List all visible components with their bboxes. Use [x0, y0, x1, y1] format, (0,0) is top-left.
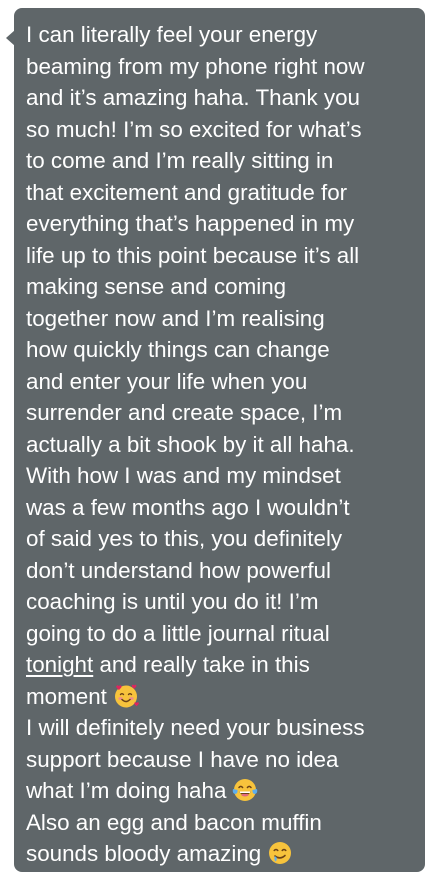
message-line: and enter your life when you	[26, 368, 308, 394]
message-line: moment	[26, 681, 417, 713]
message-line: actually a bit shook by it all haha.	[26, 431, 355, 457]
drooling-face-icon	[269, 842, 292, 864]
message-line: life up to this point because it’s all	[26, 242, 360, 268]
message-bubble[interactable]: I can literally feel your energy beaming…	[6, 8, 425, 872]
message-text: and really take in this	[93, 652, 310, 677]
message-line: and it’s amazing haha. Thank you	[26, 85, 361, 110]
message-line: I can literally feel your energy	[26, 22, 318, 47]
message-text: what I’m doing haha	[26, 778, 227, 803]
bubble-tail	[6, 30, 15, 46]
message-text: moment	[26, 683, 107, 709]
message-text: sounds bloody amazing	[26, 841, 262, 866]
message-line: surrender and create space, I’m	[26, 400, 343, 425]
message-line: so much! I’m so excited for what’s	[26, 116, 362, 142]
message-line: With how I was and my mindset	[26, 463, 341, 488]
tonight-link[interactable]: tonight	[26, 652, 93, 677]
message-line: going to do a little journal ritual	[26, 620, 330, 646]
message-line: tonight and really take in this	[26, 649, 417, 681]
message-line: don’t understand how powerful	[26, 557, 331, 583]
face-with-tears-of-joy-icon	[233, 779, 258, 801]
chat-screen: I can literally feel your energy beaming…	[0, 0, 439, 886]
message-line: was a few months ago I wouldn’t	[26, 494, 350, 520]
message-line: beaming from my phone right now	[26, 53, 365, 79]
message-line: support because I have no idea	[26, 746, 339, 772]
message-line: Also an egg and bacon muffin	[26, 809, 322, 835]
message-line: sounds bloody amazing	[26, 838, 417, 870]
message-line: coaching is until you do it! I’m	[26, 589, 319, 614]
message-line: of said yes to this, you definitely	[26, 526, 343, 551]
message-line: together now and I’m realising	[26, 305, 325, 331]
smiling-face-with-hearts-icon	[114, 684, 139, 707]
message-line: making sense and coming	[26, 274, 287, 299]
message-line: everything that’s happened in my	[26, 211, 355, 236]
message-line: I will definitely need your business	[26, 715, 365, 740]
message-line: what I’m doing haha	[26, 775, 417, 807]
message-line: how quickly things can change	[26, 337, 330, 362]
message-line: to come and I’m really sitting in	[26, 148, 334, 173]
message-line: that excitement and gratitude for	[26, 179, 348, 205]
